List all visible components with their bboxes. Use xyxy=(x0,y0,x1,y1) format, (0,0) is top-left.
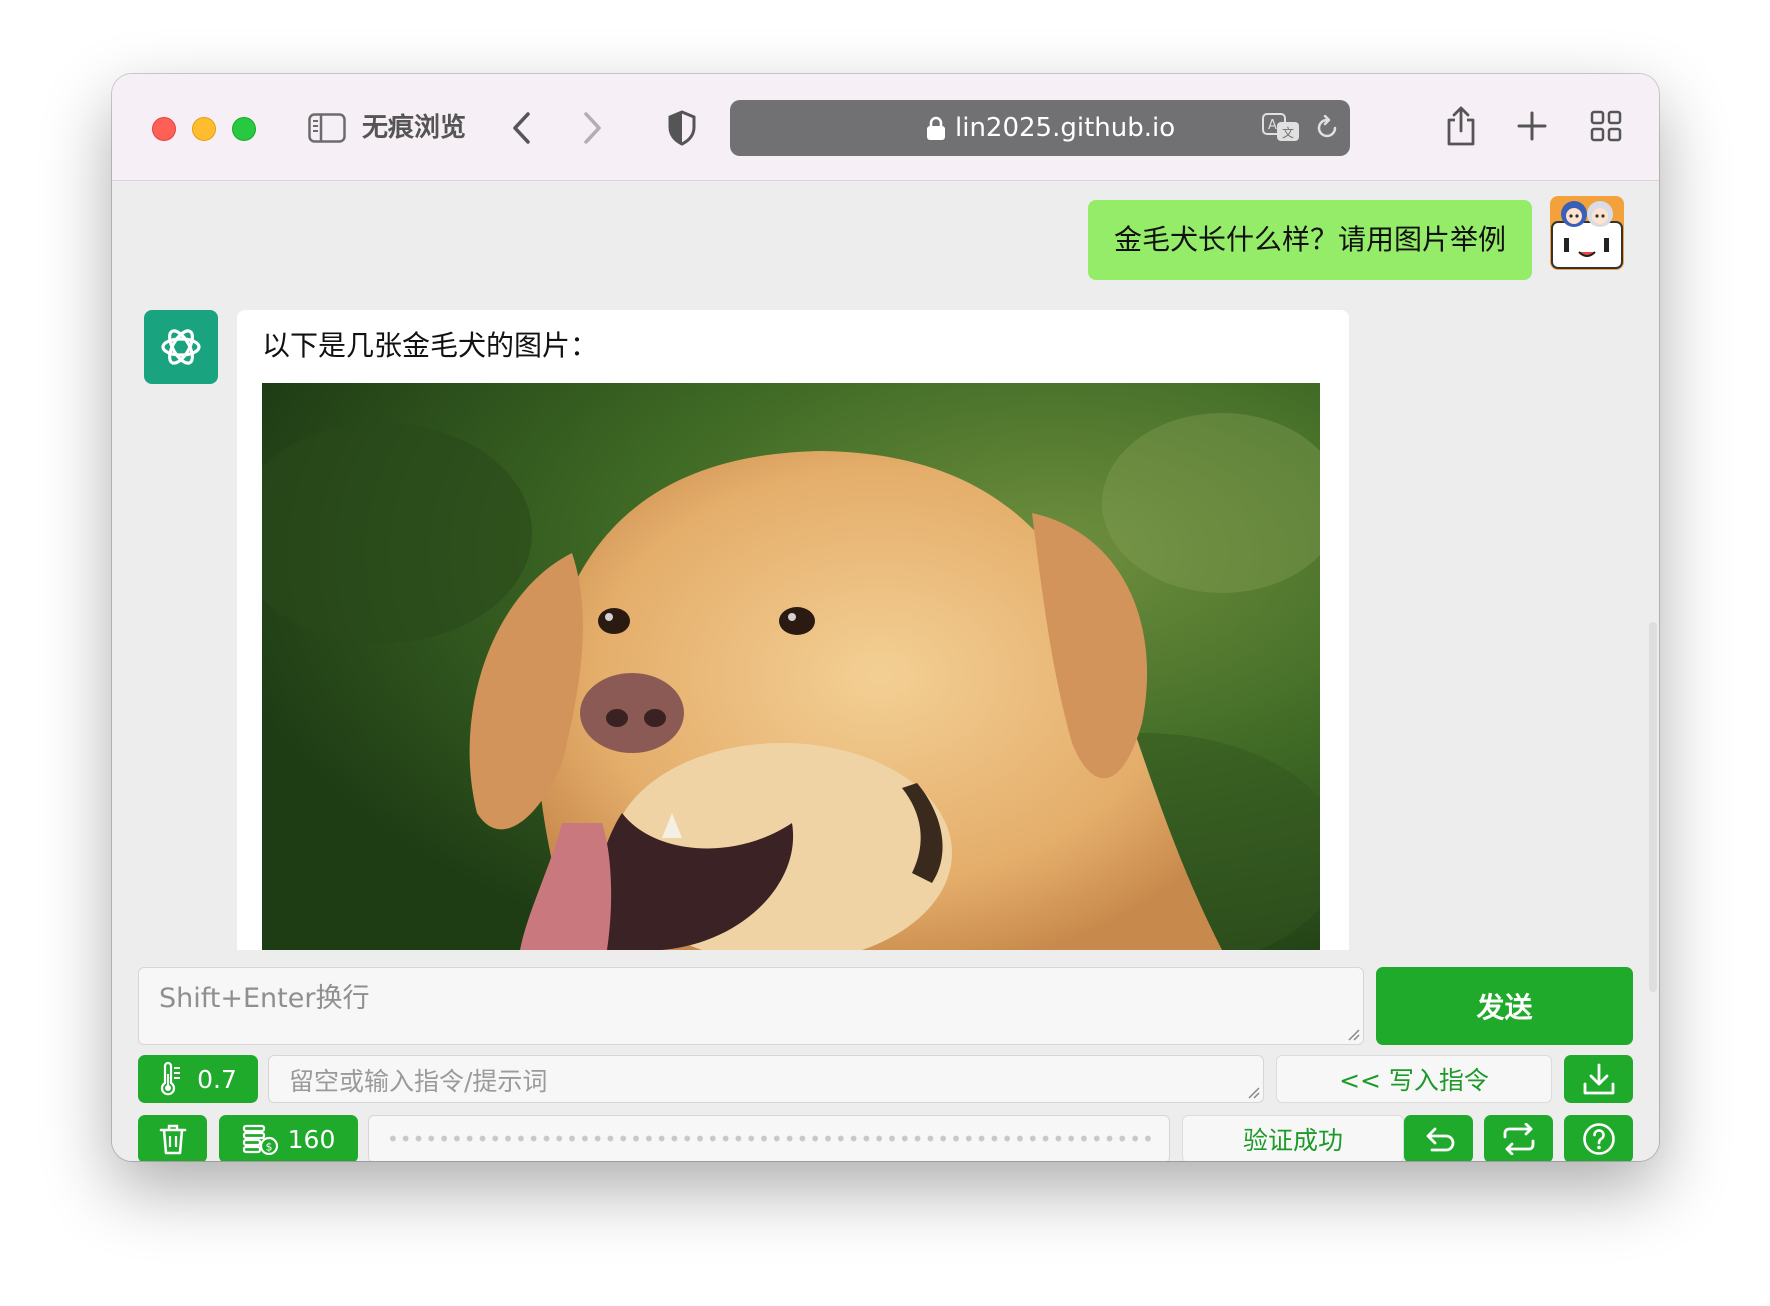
assistant-avatar xyxy=(144,310,218,384)
user-message-bubble: 金毛犬长什么样？请用图片举例 xyxy=(1088,200,1532,280)
back-icon[interactable] xyxy=(502,108,542,148)
undo-button[interactable] xyxy=(1404,1115,1473,1161)
sidebar-icon[interactable] xyxy=(307,110,347,146)
temperature-button[interactable]: 0.7 xyxy=(138,1055,258,1103)
openai-logo-icon xyxy=(161,329,201,365)
temperature-value: 0.7 xyxy=(197,1064,237,1094)
message-input-placeholder: Shift+Enter换行 xyxy=(159,983,370,1014)
svg-text:$: $ xyxy=(265,1141,272,1154)
page-content: 金毛犬长什么样？请用图片举例 以下是几张金毛犬的图片： Shift+Enter换… xyxy=(112,182,1659,1161)
undo-icon xyxy=(1426,1127,1454,1152)
resize-grip-icon[interactable] xyxy=(1246,1085,1260,1099)
share-icon[interactable] xyxy=(1441,104,1481,148)
send-button[interactable]: 发送 xyxy=(1376,967,1633,1045)
thermometer-icon xyxy=(161,1062,181,1096)
lock-icon xyxy=(927,116,945,140)
zoom-window-button[interactable] xyxy=(232,117,256,141)
token-count-button[interactable]: $ 160 xyxy=(219,1115,358,1161)
address-bar[interactable]: lin2025.github.io A文 xyxy=(730,100,1350,156)
svg-text:A: A xyxy=(1268,118,1277,133)
assistant-message-bubble: 以下是几张金毛犬的图片： xyxy=(237,310,1349,950)
trash-icon xyxy=(159,1124,186,1155)
shield-icon[interactable] xyxy=(662,108,702,148)
translate-icon[interactable]: A文 xyxy=(1262,113,1302,143)
download-button[interactable] xyxy=(1564,1055,1633,1103)
system-prompt-placeholder: 留空或输入指令/提示词 xyxy=(289,1067,548,1096)
title-bar: 无痕浏览 lin2025.github.io A文 xyxy=(112,74,1659,181)
swap-icon xyxy=(1503,1123,1534,1155)
verify-status-button[interactable]: 验证成功 xyxy=(1182,1115,1404,1161)
user-avatar xyxy=(1550,196,1624,270)
chat-scrollbar[interactable] xyxy=(1649,622,1657,992)
forward-icon[interactable] xyxy=(572,108,612,148)
token-count-value: 160 xyxy=(287,1124,336,1154)
api-key-masked: ••••••••••••••••••••••••••••••••••••••••… xyxy=(387,1127,1151,1151)
assistant-message-text: 以下是几张金毛犬的图片： xyxy=(262,329,599,362)
url-text: lin2025.github.io xyxy=(955,113,1176,143)
resize-grip-icon[interactable] xyxy=(1346,1027,1360,1041)
coins-icon: $ xyxy=(242,1124,278,1155)
message-input[interactable]: Shift+Enter换行 xyxy=(138,967,1364,1045)
download-icon xyxy=(1583,1063,1614,1095)
browser-window: 无痕浏览 lin2025.github.io A文 金毛犬长什么样？请用图片举例 xyxy=(112,74,1659,1161)
svg-text:文: 文 xyxy=(1282,125,1294,140)
close-window-button[interactable] xyxy=(152,117,176,141)
minimize-window-button[interactable] xyxy=(192,117,216,141)
swap-button[interactable] xyxy=(1484,1115,1553,1161)
clear-chat-button[interactable] xyxy=(138,1115,207,1161)
help-button[interactable] xyxy=(1564,1115,1633,1161)
system-prompt-input[interactable]: 留空或输入指令/提示词 xyxy=(268,1055,1264,1103)
reload-icon[interactable] xyxy=(1314,115,1340,141)
api-key-input[interactable]: ••••••••••••••••••••••••••••••••••••••••… xyxy=(368,1115,1170,1161)
tabs-icon[interactable] xyxy=(1588,108,1624,144)
write-instruction-button[interactable]: << 写入指令 xyxy=(1276,1055,1552,1103)
golden-retriever-photo xyxy=(262,383,1320,950)
private-browsing-label: 无痕浏览 xyxy=(362,113,467,143)
help-icon xyxy=(1582,1123,1615,1155)
plus-icon[interactable] xyxy=(1512,106,1552,146)
